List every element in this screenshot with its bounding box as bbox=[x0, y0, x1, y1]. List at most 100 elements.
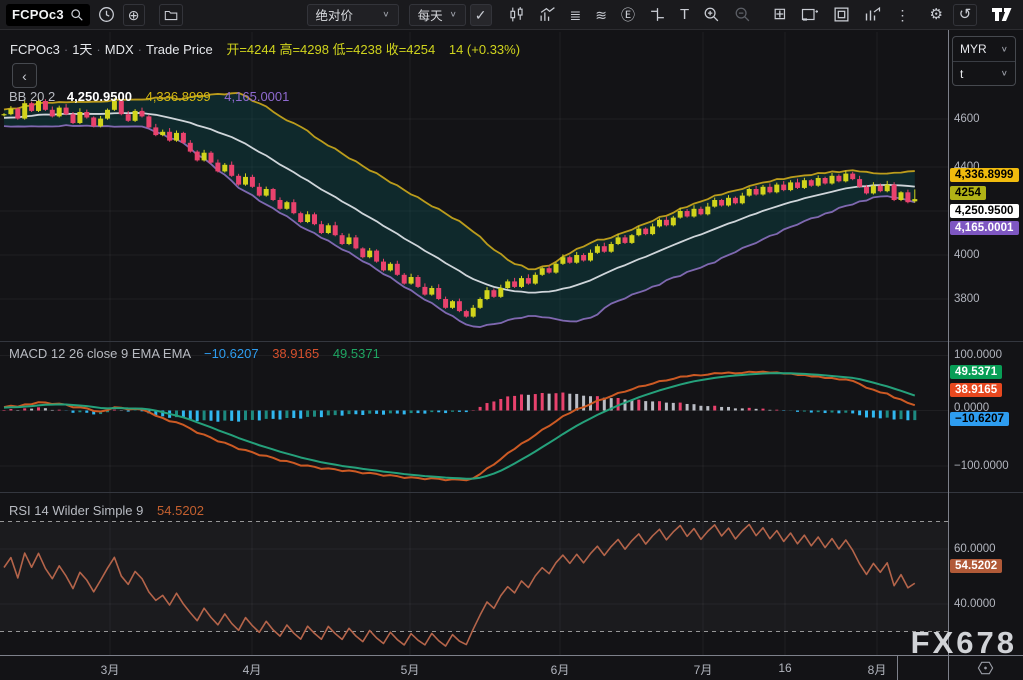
legend-ohlc-values: 开=4244 高=4298 低=4238 收=4254 bbox=[226, 42, 435, 57]
chart-style-button[interactable] bbox=[504, 4, 529, 26]
settings-button[interactable]: ⚙ bbox=[926, 4, 947, 26]
top-toolbar: FCPOc3 ⊕ 绝对价 ∨ 每天 ∨ ✓ ≣ ≋ Ⓔ bbox=[0, 0, 1023, 30]
bar-replay-icon bbox=[864, 6, 882, 23]
axis-tick: 4600 bbox=[954, 113, 980, 125]
time-tick: 6月 bbox=[551, 661, 570, 678]
compare-button[interactable]: ≋ bbox=[591, 4, 611, 26]
zoom-out-button[interactable] bbox=[730, 4, 755, 26]
price-mode-value: 绝对价 bbox=[316, 5, 354, 24]
zoom-in-button[interactable] bbox=[699, 4, 724, 26]
axis-tick: 100.0000 bbox=[954, 349, 1002, 361]
search-icon bbox=[70, 8, 84, 22]
indicators-icon bbox=[539, 6, 556, 23]
multilayout-button[interactable] bbox=[829, 4, 854, 26]
axis-tick: 40.0000 bbox=[954, 598, 996, 610]
layers-icon: ≣ bbox=[570, 8, 582, 22]
macd-hist-value: −10.6207 bbox=[204, 346, 259, 361]
time-tick: 7月 bbox=[694, 661, 713, 678]
hexagon-dot-icon bbox=[977, 660, 994, 676]
main-series-legend[interactable]: FCPOc3·1天·MDX·Trade Price 开=4244 高=4298 … bbox=[10, 39, 520, 58]
price-axis-border bbox=[948, 30, 949, 680]
macd-line-label: 38.9165 bbox=[950, 383, 1002, 397]
macd-hist-label: −10.6207 bbox=[950, 412, 1009, 426]
layout-icon bbox=[833, 6, 850, 23]
undo-button[interactable]: ↺ bbox=[953, 4, 977, 26]
text-tool-button[interactable]: T bbox=[676, 4, 693, 26]
folder-icon bbox=[164, 8, 178, 22]
bb-basis-label: 4,250.9500 bbox=[950, 204, 1019, 218]
add-symbol-button[interactable]: ⊕ bbox=[123, 4, 145, 26]
symbol-search-box[interactable]: FCPOc3 bbox=[6, 4, 90, 26]
confirm-button[interactable]: ✓ bbox=[470, 4, 492, 26]
macd-label: MACD 12 26 close 9 EMA EMA bbox=[9, 346, 190, 361]
add-circle-icon: ⊕ bbox=[128, 8, 140, 22]
chevron-down-icon: ∨ bbox=[1001, 45, 1008, 54]
axis-tick: 60.0000 bbox=[954, 543, 996, 555]
snapshot-button[interactable] bbox=[797, 4, 823, 26]
legend-series-type: Trade Price bbox=[146, 42, 213, 57]
time-tick: 3月 bbox=[101, 661, 120, 678]
timezone-settings-button[interactable] bbox=[972, 659, 998, 677]
symbol-name: FCPOc3 bbox=[12, 7, 64, 22]
axis-tick: −100.0000 bbox=[954, 460, 1009, 472]
confirm-check-icon: ✓ bbox=[475, 8, 487, 22]
time-tick: 16 bbox=[778, 661, 791, 675]
time-tick: 5月 bbox=[401, 661, 420, 678]
macd-line-value: 38.9165 bbox=[272, 346, 319, 361]
rsi-legend[interactable]: RSI 14 Wilder Simple 9 54.5202 bbox=[9, 503, 204, 518]
clock-icon bbox=[98, 6, 115, 23]
unit-value: t bbox=[960, 67, 963, 81]
open-layout-button[interactable] bbox=[159, 4, 183, 26]
currency-value: MYR bbox=[960, 42, 987, 56]
rsi-value-label: 54.5202 bbox=[950, 559, 1002, 573]
toolbar-icon-row: ≣ ≋ Ⓔ T ⊞ ⋮ ⚙ ↺ bbox=[504, 4, 1018, 26]
axis-tick: 3800 bbox=[954, 293, 980, 305]
chevron-down-icon: ∨ bbox=[1001, 69, 1008, 78]
text-tool-icon: T bbox=[680, 7, 689, 22]
macd-legend[interactable]: MACD 12 26 close 9 EMA EMA −10.6207 38.9… bbox=[9, 346, 380, 361]
last-price-label: 4254 bbox=[950, 186, 986, 200]
candlestick-style-icon bbox=[508, 6, 525, 23]
snapshot-icon bbox=[801, 6, 819, 23]
bollinger-legend[interactable]: BB 20 2 4,250.9500 4,336.8999 4,165.0001 bbox=[9, 89, 289, 104]
time-axis-right-separator bbox=[897, 655, 898, 680]
interval-dropdown[interactable]: 每天 ∨ bbox=[409, 4, 466, 26]
indicators-button[interactable] bbox=[535, 4, 560, 26]
fx678-watermark: FX678 bbox=[911, 625, 1017, 661]
bb-label: BB 20 2 bbox=[9, 89, 55, 104]
price-mode-dropdown[interactable]: 绝对价 ∨ bbox=[307, 4, 399, 26]
rsi-label: RSI 14 Wilder Simple 9 bbox=[9, 503, 143, 518]
economy-button[interactable]: Ⓔ bbox=[617, 4, 639, 26]
interval-value: 每天 bbox=[418, 5, 443, 24]
rsi-value: 54.5202 bbox=[157, 503, 204, 518]
chevron-left-icon: ‹ bbox=[22, 68, 27, 84]
time-axis-border bbox=[0, 655, 1023, 656]
gear-icon: ⚙ bbox=[930, 7, 943, 22]
bb-upper-value: 4,336.8999 bbox=[146, 89, 211, 104]
time-tick: 4月 bbox=[243, 661, 262, 678]
bar-replay-button[interactable] bbox=[860, 4, 886, 26]
more-kebab-icon: ⋮ bbox=[896, 8, 910, 22]
tradingview-logo-button[interactable] bbox=[987, 4, 1017, 26]
pane-separator-macd-rsi[interactable] bbox=[0, 492, 1023, 493]
time-tick: 8月 bbox=[868, 661, 887, 678]
zoom-out-icon bbox=[734, 6, 751, 23]
unit-selector[interactable]: t ∨ bbox=[953, 61, 1015, 85]
templates-button[interactable]: ≣ bbox=[566, 4, 586, 26]
pane-separator-main-macd[interactable] bbox=[0, 341, 1023, 342]
tradingview-logo bbox=[991, 7, 1013, 22]
macd-signal-label: 49.5371 bbox=[950, 365, 1002, 379]
bb-basis-value: 4,250.9500 bbox=[67, 89, 132, 104]
collapse-back-button[interactable]: ‹ bbox=[12, 63, 37, 88]
history-clock-button[interactable] bbox=[94, 4, 119, 26]
bb-lower-value: 4,165.0001 bbox=[224, 89, 289, 104]
more-options-button[interactable]: ⋮ bbox=[892, 4, 914, 26]
undo-icon: ↺ bbox=[959, 7, 972, 22]
price-line-icon bbox=[649, 6, 666, 23]
price-line-button[interactable] bbox=[645, 4, 670, 26]
table-button[interactable]: ⊞ bbox=[769, 4, 790, 26]
chevron-down-icon: ∨ bbox=[382, 10, 389, 19]
macd-signal-value: 49.5371 bbox=[333, 346, 380, 361]
currency-selector[interactable]: MYR ∨ bbox=[953, 37, 1015, 61]
economy-e-icon: Ⓔ bbox=[621, 8, 635, 22]
